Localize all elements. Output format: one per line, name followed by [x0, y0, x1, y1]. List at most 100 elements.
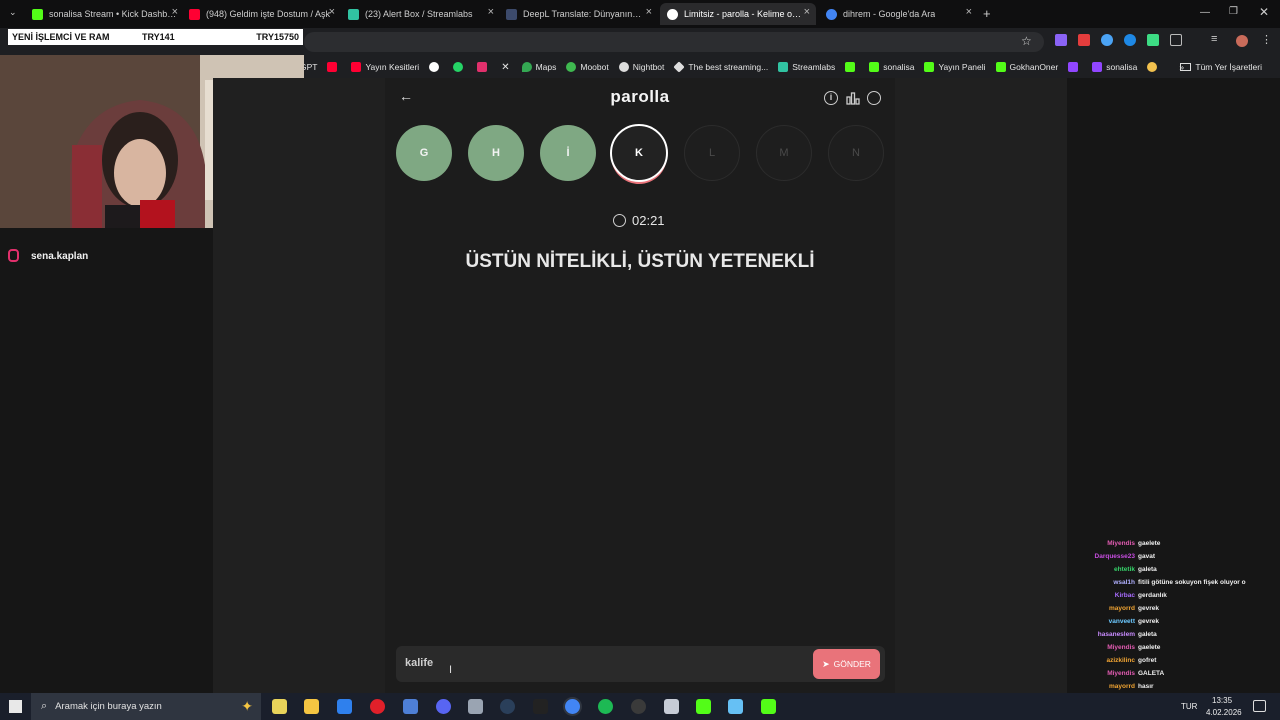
close-tab-icon[interactable]: × [172, 6, 178, 18]
red-extension-icon[interactable] [1078, 34, 1090, 46]
bookmark-youtube[interactable] [327, 62, 341, 72]
pen-extension-icon[interactable] [1055, 34, 1067, 46]
close-tab-icon[interactable]: × [329, 6, 335, 18]
discord-icon[interactable] [436, 699, 451, 714]
close-tab-icon[interactable]: × [804, 6, 810, 18]
epic-games-icon[interactable] [533, 699, 548, 714]
bookmark-gokhanoner[interactable]: GokhanOner [995, 62, 1058, 72]
chat-username[interactable]: ehtetik [1070, 566, 1138, 573]
tab-streamlabs[interactable]: (23) Alert Box / Streamlabs × [348, 3, 494, 25]
chat-message-text: galeta [1138, 631, 1157, 638]
bookmark-moobot[interactable]: Moobot [566, 62, 609, 72]
maximize-button[interactable]: ❐ [1229, 6, 1238, 17]
app-icon-3[interactable] [664, 699, 679, 714]
info-icon[interactable]: i [824, 91, 838, 105]
bookmark-best-streaming[interactable]: The best streaming... [673, 61, 768, 73]
bookmark-google[interactable] [429, 62, 443, 72]
app-icon-1[interactable] [403, 699, 418, 714]
store-icon[interactable] [337, 699, 352, 714]
new-tab-button[interactable]: + [983, 6, 991, 21]
bookmark-twitch[interactable] [1068, 62, 1082, 72]
tab-search-chevron-icon[interactable]: ⌄ [9, 7, 17, 18]
tab-parolla[interactable]: Limitsiz - parolla - Kelime oyunu × [660, 3, 816, 25]
audio-extension-icon[interactable] [1101, 34, 1113, 46]
blue-extension-icon[interactable] [1124, 34, 1136, 46]
clock-date[interactable]: 4.02.2026 [1206, 708, 1242, 717]
close-window-button[interactable]: ✕ [1259, 5, 1269, 19]
goal-current: TRY141 [142, 32, 175, 42]
tab-kick-dashboard[interactable]: sonalisa Stream • Kick Dashboard × [32, 3, 178, 25]
bookmark-instagram[interactable] [477, 62, 491, 72]
answer-input[interactable]: kalife [405, 657, 433, 669]
language-indicator[interactable]: TUR [1181, 702, 1197, 711]
chat-username[interactable]: Miyendis [1070, 670, 1138, 677]
taskbar-search-box[interactable]: ⌕ Aramak için buraya yazın ✦ [31, 693, 261, 720]
menu-list-icon[interactable]: ≡ [1211, 33, 1217, 45]
extension-icons [1055, 34, 1182, 46]
bookmark-kick[interactable] [845, 62, 859, 72]
obs-icon[interactable] [631, 699, 646, 714]
close-tab-icon[interactable]: × [488, 6, 494, 18]
chat-username[interactable]: Kirbac [1070, 592, 1138, 599]
file-explorer-icon[interactable] [304, 699, 319, 714]
kick-taskbar-icon-2[interactable] [761, 699, 776, 714]
puzzle-extensions-icon[interactable] [1170, 34, 1182, 46]
tab-youtube[interactable]: (948) Geldim işte Dostum / Aşk × [189, 3, 335, 25]
clock-time[interactable]: 13:35 [1212, 696, 1232, 705]
chat-username[interactable]: azizkilinc [1070, 657, 1138, 664]
youtube-icon [189, 8, 200, 20]
chat-username[interactable]: hasaneslem [1070, 631, 1138, 638]
green-extension-icon[interactable] [1147, 34, 1159, 46]
account-icon[interactable] [867, 91, 881, 105]
tab-deepl[interactable]: DeepL Translate: Dünyanın en × [506, 3, 652, 25]
bookmark-streamlabs[interactable]: Streamlabs [778, 62, 835, 72]
chat-username[interactable]: Miyendis [1070, 644, 1138, 651]
bookmark-yayin-kesitleri[interactable]: Yayın Kesitleri [351, 62, 419, 72]
steam-taskbar-icon[interactable] [728, 699, 743, 714]
bookmark-x[interactable]: ✕ [501, 62, 511, 73]
all-bookmarks-folder[interactable]: Tüm Yer İşaretleri [1180, 62, 1262, 72]
page-side-right [895, 78, 1067, 693]
submit-button[interactable]: ➤ GÖNDER [813, 649, 880, 679]
bookmark-kick-sonalisa[interactable]: sonalisa [869, 62, 914, 72]
kick-taskbar-icon[interactable] [696, 699, 711, 714]
chrome-icon[interactable] [565, 699, 580, 714]
bookmark-whatsapp[interactable] [453, 62, 467, 72]
bookmark-twitch-sonalisa[interactable]: sonalisa [1092, 62, 1137, 72]
clock-icon [613, 214, 626, 227]
more-menu-icon[interactable]: ⋮ [1261, 33, 1272, 46]
chat-username[interactable]: mayorrd [1070, 683, 1138, 690]
chat-message-text: hasır [1138, 683, 1154, 690]
chat-username[interactable]: vanveett [1070, 618, 1138, 625]
opera-icon[interactable] [370, 699, 385, 714]
close-tab-icon[interactable]: × [966, 6, 972, 18]
tab-google-search[interactable]: dihrem - Google'da Ara × [826, 3, 972, 25]
steam-icon[interactable] [500, 699, 515, 714]
nightbot-icon [618, 62, 629, 72]
bookmark-nightbot[interactable]: Nightbot [618, 62, 664, 72]
address-bar[interactable] [304, 32, 1044, 52]
text-cursor-icon: I [449, 664, 453, 676]
spotify-icon[interactable] [598, 699, 613, 714]
bookmark-maps[interactable]: Maps [521, 62, 556, 72]
chat-username[interactable]: Darquesse23 [1070, 553, 1138, 560]
letter-circle-i: İ [540, 125, 596, 181]
bookmark-emoji[interactable] [1147, 62, 1161, 72]
chat-username[interactable]: wsal1h [1070, 579, 1138, 586]
task-view-icon[interactable] [272, 699, 287, 714]
bookmark-star-icon[interactable]: ☆ [1021, 34, 1032, 48]
profile-avatar[interactable] [1236, 35, 1248, 47]
app-icon-2[interactable] [468, 699, 483, 714]
notifications-icon[interactable] [1253, 700, 1266, 712]
smile-icon [1147, 62, 1158, 72]
windows-start-icon[interactable] [9, 700, 22, 713]
streaming-icon [673, 61, 686, 73]
chat-username[interactable]: Miyendis [1070, 540, 1138, 547]
chat-message-text: gaelete [1138, 644, 1161, 651]
chat-message-text: fitili götüne sokuyon fişek oluyor o [1138, 579, 1246, 586]
close-tab-icon[interactable]: × [646, 6, 652, 18]
stats-chart-icon[interactable] [846, 91, 860, 105]
bookmark-yayin-paneli[interactable]: Yayın Paneli [924, 62, 986, 72]
chat-username[interactable]: mayorrd [1070, 605, 1138, 612]
minimize-button[interactable]: — [1200, 7, 1210, 18]
